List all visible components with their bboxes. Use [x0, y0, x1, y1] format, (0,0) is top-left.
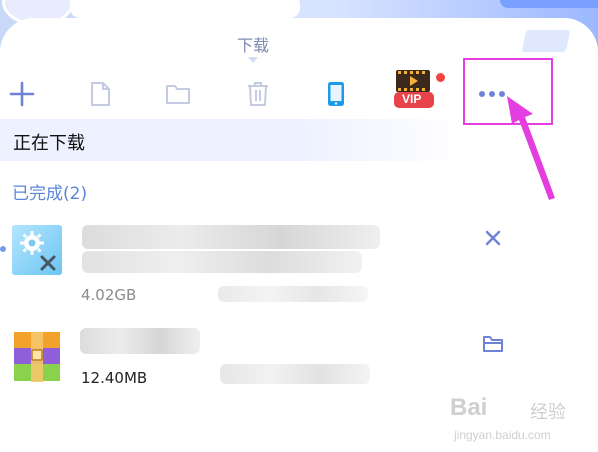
close-icon: [485, 230, 501, 246]
vip-button[interactable]: VIP: [388, 68, 440, 118]
file-size: 12.40MB: [81, 369, 148, 387]
title-bar-pill: [70, 0, 300, 18]
trash-icon: [248, 82, 268, 106]
vip-notification-dot: [436, 73, 445, 82]
settings-exe-icon: [12, 225, 62, 275]
delete-button[interactable]: [238, 74, 278, 114]
completed-section-title[interactable]: 已完成(2): [12, 179, 87, 204]
list-item[interactable]: 4.02GB: [0, 215, 598, 304]
phone-icon: [328, 82, 344, 106]
open-folder-button[interactable]: [158, 74, 198, 114]
remove-item-button[interactable]: [482, 227, 504, 253]
plus-icon: [9, 81, 35, 107]
watermark-logo: Bai: [450, 394, 488, 421]
blurred-file-date: [220, 364, 370, 384]
list-item[interactable]: 12.40MB: [0, 322, 598, 402]
vip-label: VIP: [402, 92, 422, 106]
file-icon: [91, 82, 110, 106]
blurred-file-date: [218, 286, 368, 302]
open-folder-item-button[interactable]: [482, 334, 504, 358]
tab-caret-icon: [248, 57, 258, 63]
baidu-watermark: Bai 经验 jingyan.baidu.com: [450, 394, 598, 452]
tab-downloading[interactable]: 正在下载: [0, 119, 464, 161]
new-file-button[interactable]: [80, 74, 120, 114]
blurred-file-name: [82, 225, 380, 249]
tab-download[interactable]: 下载: [228, 32, 278, 56]
folder-icon: [483, 336, 503, 352]
annotation-arrow-icon: [507, 96, 555, 200]
blurred-file-name: [80, 328, 200, 354]
watermark-url: jingyan.baidu.com: [454, 428, 551, 442]
archive-icon: [14, 332, 60, 382]
tab-downloading-label: 正在下载: [13, 133, 85, 154]
add-button[interactable]: [2, 74, 42, 114]
watermark-cn: 经验: [530, 402, 566, 423]
file-size: 4.02GB: [81, 286, 137, 304]
phone-button[interactable]: [316, 74, 356, 114]
blurred-file-name: [82, 251, 362, 273]
folder-icon: [166, 85, 190, 104]
selection-dot: [0, 246, 6, 252]
corner-tile: [521, 30, 571, 52]
top-right-accent: [500, 0, 598, 8]
